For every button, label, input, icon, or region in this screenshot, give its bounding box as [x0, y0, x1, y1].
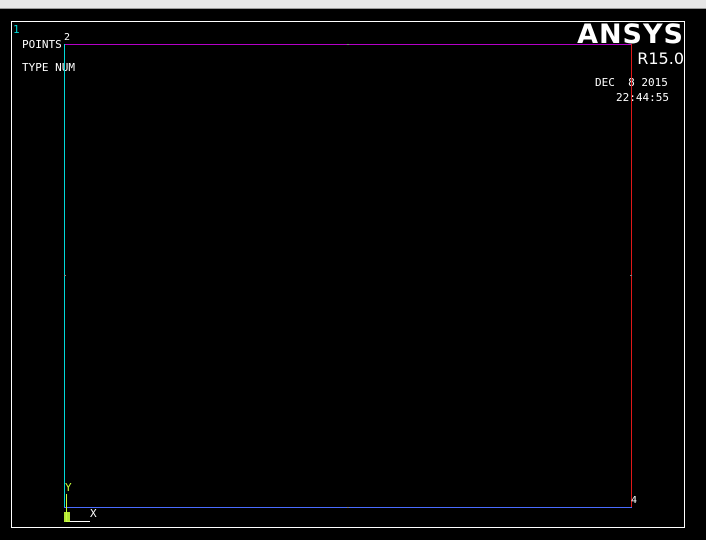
keypoint-label-top-left: 2: [64, 32, 71, 43]
numbering-label: TYPE NUM: [22, 61, 75, 74]
triad-y-label: Y: [65, 481, 72, 494]
triad-z-marker: [64, 512, 70, 522]
triad-x-label: X: [90, 507, 97, 520]
midpoint-marker: [630, 275, 632, 276]
graphics-window[interactable]: 1 POINTS TYPE NUM ANSYS R15.0 DEC 8 2015…: [0, 0, 706, 540]
keypoint-label-bottom-right: 4: [631, 495, 638, 506]
midpoint-marker: [64, 275, 66, 276]
release-label: R15.0: [637, 49, 684, 68]
midpoint-marker: [347, 507, 349, 508]
midpoint-marker: [347, 44, 349, 45]
plot-time: 22:44:55: [616, 91, 669, 104]
plot-entity-label: POINTS: [22, 38, 62, 51]
window-title-strip: [0, 0, 706, 9]
window-number: 1: [13, 23, 20, 36]
viewport-frame: [11, 21, 685, 528]
